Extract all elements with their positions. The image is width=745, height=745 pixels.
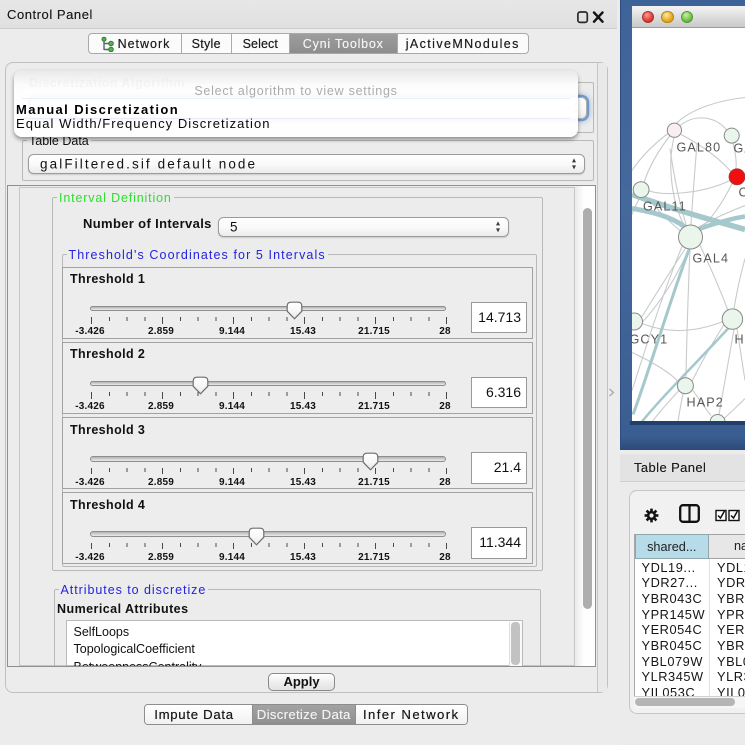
svg-text:GAL11: GAL11: [643, 199, 687, 213]
svg-text:GAL4: GAL4: [693, 251, 730, 265]
svg-text:GA: GA: [734, 141, 745, 155]
svg-text:H: H: [735, 332, 745, 346]
svg-text:C: C: [739, 185, 745, 199]
svg-text:HAP2: HAP2: [687, 395, 724, 409]
svg-text:GCY1: GCY1: [632, 332, 668, 346]
svg-text:GAL80: GAL80: [677, 140, 722, 154]
